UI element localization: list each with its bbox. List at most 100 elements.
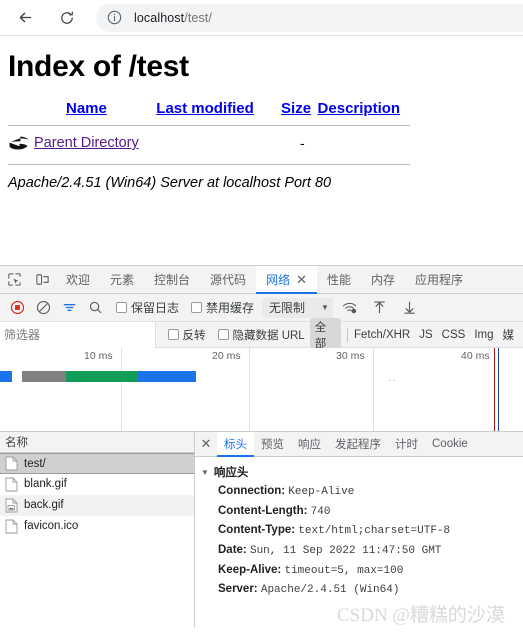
- screenshot-root: localhost/test/ Index of /test Name Last…: [0, 0, 523, 636]
- network-toolbar: 保留日志 禁用缓存 无限制 ▼: [0, 294, 523, 322]
- tab-application[interactable]: 应用程序: [405, 266, 473, 293]
- overview-tick-10ms: 10 ms: [84, 350, 113, 362]
- overview-gridlines: [0, 348, 523, 431]
- header-value: Apache/2.4.51 (Win64): [260, 584, 400, 597]
- tab-elements[interactable]: 元素: [100, 266, 144, 293]
- throttling-dropdown[interactable]: 无限制 ▼: [262, 297, 333, 318]
- export-har-icon[interactable]: [397, 296, 423, 320]
- domcontentloaded-marker: [498, 348, 499, 431]
- tab-label: 计时: [395, 439, 418, 451]
- request-list[interactable]: 名称 test/ blank.gif back.gif favicon.ico: [0, 432, 195, 628]
- chevron-down-icon[interactable]: ▼: [321, 303, 329, 312]
- triangle-down-icon[interactable]: ▼: [201, 468, 209, 477]
- network-overview[interactable]: 10 ms 20 ms 30 ms 40 ms ··: [0, 348, 523, 432]
- column-header-size[interactable]: Size: [281, 100, 318, 121]
- detail-tab-initiator[interactable]: 发起程序: [328, 432, 388, 456]
- network-conditions-icon[interactable]: [337, 296, 363, 320]
- document-icon: [5, 519, 18, 534]
- tab-network[interactable]: 网络 ✕: [256, 266, 317, 294]
- hide-data-urls-checkbox[interactable]: 隐藏数据 URL: [214, 327, 305, 343]
- detail-tab-cookie[interactable]: Cookie: [425, 432, 475, 456]
- filter-type-media[interactable]: 媒: [503, 327, 515, 343]
- address-bar-text: localhost/test/: [134, 11, 212, 25]
- tab-label: 预览: [261, 439, 284, 451]
- checkbox-box[interactable]: [167, 329, 179, 340]
- response-headers-section[interactable]: ▼ 响应头: [201, 464, 523, 480]
- tab-memory[interactable]: 内存: [361, 266, 405, 293]
- device-toolbar-icon[interactable]: [28, 266, 56, 293]
- tab-welcome[interactable]: 欢迎: [56, 266, 100, 293]
- filter-type-css[interactable]: CSS: [442, 329, 466, 341]
- record-stop-icon[interactable]: [4, 296, 30, 320]
- invert-checkbox[interactable]: 反转: [164, 327, 206, 343]
- header-row: Connection: Keep-Alive: [218, 485, 523, 499]
- preserve-log-checkbox[interactable]: 保留日志: [112, 299, 179, 316]
- address-bar[interactable]: localhost/test/: [96, 4, 523, 32]
- filter-type-js[interactable]: JS: [419, 329, 432, 341]
- column-header-last-modified[interactable]: Last modified: [128, 100, 281, 121]
- search-input[interactable]: 筛选器: [0, 321, 156, 348]
- detail-tab-preview[interactable]: 预览: [254, 432, 291, 456]
- list-item[interactable]: test/: [0, 453, 194, 474]
- tab-console[interactable]: 控制台: [144, 266, 200, 293]
- filter-icon[interactable]: [56, 296, 82, 320]
- table-header-row: Name Last modified Size Description: [8, 100, 418, 121]
- detail-tab-response[interactable]: 响应: [291, 432, 328, 456]
- header-value: Sun, 11 Sep 2022 11:47:50 GMT: [249, 544, 442, 557]
- column-header-description[interactable]: Description: [318, 100, 418, 121]
- tab-label: Cookie: [432, 438, 468, 450]
- filter-type-all[interactable]: 全部: [309, 317, 342, 352]
- header-key: Keep-Alive:: [218, 563, 282, 576]
- header-key: Content-Length:: [218, 504, 308, 517]
- inspect-element-icon[interactable]: [0, 266, 28, 293]
- overview-dots: ··: [388, 375, 397, 386]
- info-circle-icon[interactable]: [106, 9, 124, 27]
- search-icon[interactable]: [82, 296, 108, 320]
- tab-label: 源代码: [210, 273, 247, 287]
- header-value: 740: [310, 505, 331, 518]
- reload-button[interactable]: [52, 3, 82, 33]
- filter-type-img[interactable]: Img: [474, 329, 493, 341]
- close-icon[interactable]: ✕: [296, 273, 307, 286]
- list-item[interactable]: favicon.ico: [0, 516, 194, 537]
- detail-tab-headers[interactable]: 标头: [217, 432, 254, 457]
- list-item-label: favicon.ico: [24, 520, 79, 532]
- clear-icon[interactable]: [30, 296, 56, 320]
- tab-sources[interactable]: 源代码: [200, 266, 256, 293]
- disable-cache-label: 禁用缓存: [206, 301, 255, 315]
- header-key: Server:: [218, 583, 258, 596]
- close-icon[interactable]: ✕: [195, 432, 217, 456]
- detail-tabbar: ✕ 标头 预览 响应 发起程序 计时 Cookie: [195, 432, 523, 457]
- header-row: Server: Apache/2.4.51 (Win64): [218, 583, 523, 597]
- divider: [347, 327, 348, 342]
- tab-label: 应用程序: [415, 273, 464, 287]
- devtools-tabbar: 欢迎 元素 控制台 源代码 网络 ✕ 性能 内存 应用程序: [0, 266, 523, 294]
- list-item[interactable]: blank.gif: [0, 474, 194, 495]
- filter-type-fetch-xhr[interactable]: Fetch/XHR: [354, 329, 410, 341]
- parent-directory-link[interactable]: Parent Directory: [34, 135, 139, 151]
- detail-tab-timing[interactable]: 计时: [388, 432, 425, 456]
- request-column-header-name[interactable]: 名称: [0, 432, 194, 453]
- checkbox-box[interactable]: [217, 329, 229, 340]
- overview-tick-40ms: 40 ms: [461, 350, 490, 362]
- section-title-label: 响应头: [213, 467, 249, 479]
- disable-cache-checkbox[interactable]: 禁用缓存: [187, 299, 254, 316]
- network-bottom-split: 名称 test/ blank.gif back.gif favicon.ico …: [0, 432, 523, 628]
- browser-toolbar: localhost/test/: [0, 0, 523, 36]
- header-key: Date:: [218, 543, 247, 556]
- tab-performance[interactable]: 性能: [317, 266, 361, 293]
- network-filter-bar: 筛选器 反转 隐藏数据 URL 全部 Fetch/XHR JS CSS Img …: [0, 317, 523, 352]
- tab-label: 元素: [110, 273, 135, 287]
- checkbox-box[interactable]: [116, 302, 127, 313]
- header-value: timeout=5, max=100: [284, 564, 404, 577]
- footer-divider: [8, 164, 410, 165]
- parent-directory-icon: [8, 134, 30, 152]
- directory-listing-table: Name Last modified Size Description: [8, 100, 418, 121]
- invert-label: 反转: [182, 329, 206, 342]
- checkbox-box[interactable]: [191, 302, 203, 313]
- header-key: Content-Type:: [218, 524, 296, 537]
- import-har-icon[interactable]: [367, 296, 393, 320]
- list-item[interactable]: back.gif: [0, 495, 194, 516]
- back-button[interactable]: [10, 3, 40, 33]
- column-header-name[interactable]: Name: [8, 100, 128, 121]
